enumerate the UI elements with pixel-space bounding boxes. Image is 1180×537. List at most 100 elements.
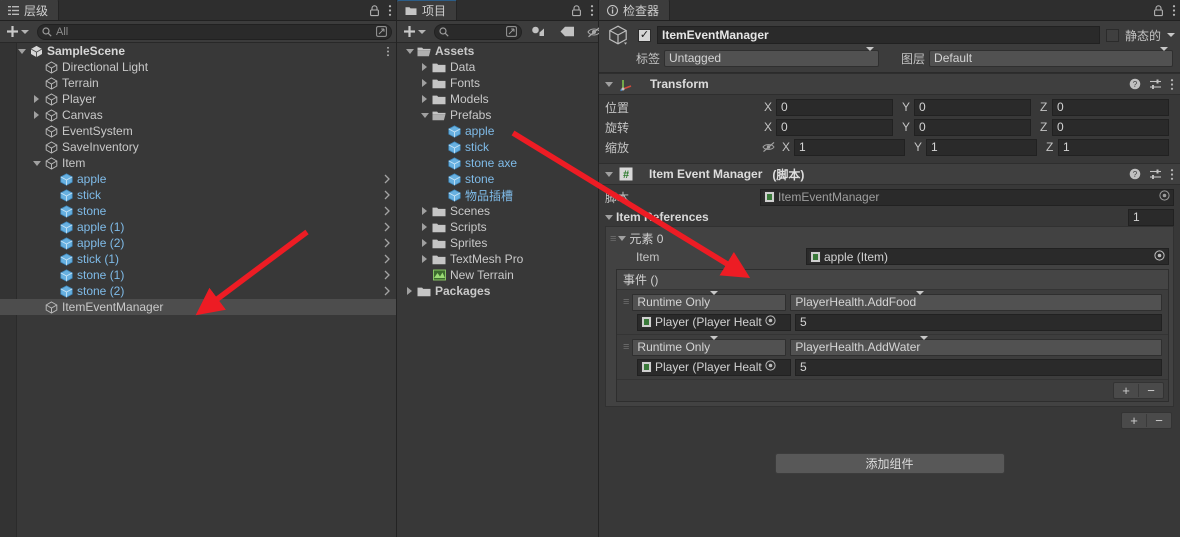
constrain-proportions-icon[interactable] — [760, 141, 778, 153]
transform-rotation-z-input[interactable]: 0 — [1052, 118, 1169, 136]
kebab-menu-icon[interactable] — [590, 4, 594, 17]
tree-twisty[interactable] — [403, 287, 416, 295]
tag-dropdown[interactable]: Untagged — [664, 47, 880, 67]
project-item-models[interactable]: Models — [397, 91, 598, 107]
collapse-triangle-icon[interactable] — [32, 160, 41, 166]
tab-project[interactable]: 项目 — [397, 0, 458, 20]
hierarchy-item-itemeventmanager[interactable]: ItemEventManager — [0, 299, 396, 315]
project-item-物品插槽[interactable]: 物品插槽 — [397, 187, 598, 203]
preset-icon[interactable] — [1149, 168, 1162, 181]
tree-twisty[interactable] — [30, 111, 43, 119]
expand-triangle-icon[interactable] — [422, 79, 427, 87]
gameobject-enabled-checkbox[interactable]: ✓ — [638, 28, 651, 42]
collapse-triangle-icon[interactable] — [618, 236, 627, 241]
event-argument-input[interactable]: 5 — [795, 313, 1162, 331]
project-item-packages[interactable]: Packages — [397, 283, 598, 299]
open-prefab-chevron-icon[interactable] — [384, 171, 390, 187]
static-checkbox[interactable] — [1105, 28, 1119, 42]
kebab-menu-icon[interactable] — [1172, 4, 1176, 17]
hierarchy-item-player[interactable]: Player — [0, 91, 396, 107]
transform-rotation-x-input[interactable]: 0 — [776, 118, 893, 136]
tab-hierarchy[interactable]: 层级 — [0, 0, 60, 20]
transform-position-x-input[interactable]: 0 — [776, 98, 893, 116]
hierarchy-item-saveinventory[interactable]: SaveInventory — [0, 139, 396, 155]
hierarchy-item-eventsystem[interactable]: EventSystem — [0, 123, 396, 139]
project-item-stone[interactable]: stone — [397, 171, 598, 187]
hierarchy-item-samplescene[interactable]: SampleScene — [0, 43, 396, 59]
project-item-scripts[interactable]: Scripts — [397, 219, 598, 235]
tree-twisty[interactable] — [418, 207, 431, 215]
open-prefab-chevron-icon[interactable] — [384, 203, 390, 219]
project-item-stick[interactable]: stick — [397, 139, 598, 155]
add-array-element-button[interactable]: + — [1122, 413, 1146, 428]
layer-dropdown[interactable]: Default — [929, 47, 1173, 67]
collapse-triangle-icon[interactable] — [405, 48, 414, 54]
save-filter-icon[interactable] — [526, 25, 551, 38]
remove-array-element-button[interactable]: − — [1147, 413, 1171, 428]
drag-handle-icon[interactable]: ≡ — [610, 233, 617, 245]
hierarchy-search-input[interactable]: All — [37, 23, 392, 40]
project-item-fonts[interactable]: Fonts — [397, 75, 598, 91]
search-expand-icon[interactable] — [376, 26, 387, 37]
gameobject-name-input[interactable]: ItemEventManager — [657, 26, 1100, 44]
search-expand-icon[interactable] — [506, 26, 517, 37]
object-picker-icon[interactable] — [765, 315, 776, 329]
hierarchy-item-stick[interactable]: stick — [0, 187, 396, 203]
kebab-menu-icon[interactable] — [386, 43, 390, 59]
lock-icon[interactable] — [571, 4, 582, 17]
tab-inspector[interactable]: 检查器 — [599, 0, 671, 20]
kebab-menu-icon[interactable] — [1170, 168, 1174, 181]
open-prefab-chevron-icon[interactable] — [384, 187, 390, 203]
project-item-data[interactable]: Data — [397, 59, 598, 75]
transform-component-header[interactable]: Transform ? — [599, 73, 1180, 95]
hierarchy-item-stick-1[interactable]: stick (1) — [0, 251, 396, 267]
project-item-prefabs[interactable]: Prefabs — [397, 107, 598, 123]
tree-twisty[interactable] — [418, 239, 431, 247]
open-prefab-chevron-icon[interactable] — [384, 219, 390, 235]
drag-handle-icon[interactable]: ≡ — [623, 296, 630, 308]
project-add-button[interactable] — [401, 23, 430, 40]
expand-triangle-icon[interactable] — [422, 207, 427, 215]
transform-scale-x-input[interactable]: 1 — [794, 138, 905, 156]
tree-twisty[interactable] — [418, 95, 431, 103]
hierarchy-item-canvas[interactable]: Canvas — [0, 107, 396, 123]
project-search-input[interactable] — [434, 23, 522, 40]
expand-triangle-icon[interactable] — [407, 287, 412, 295]
transform-scale-z-input[interactable]: 1 — [1058, 138, 1169, 156]
project-item-new-terrain[interactable]: New Terrain — [397, 267, 598, 283]
project-item-sprites[interactable]: Sprites — [397, 235, 598, 251]
kebab-menu-icon[interactable] — [388, 4, 392, 17]
label-filter-icon[interactable] — [555, 26, 580, 37]
event-mode-dropdown[interactable]: Runtime Only — [632, 291, 787, 311]
kebab-menu-icon[interactable] — [1170, 78, 1174, 91]
project-item-assets[interactable]: Assets — [397, 43, 598, 59]
hierarchy-item-stone-2[interactable]: stone (2) — [0, 283, 396, 299]
collapse-triangle-icon[interactable] — [17, 48, 26, 54]
event-argument-input[interactable]: 5 — [795, 358, 1162, 376]
transform-rotation-y-input[interactable]: 0 — [914, 118, 1031, 136]
static-dropdown-icon[interactable] — [1167, 33, 1175, 37]
drag-handle-icon[interactable]: ≡ — [623, 341, 630, 353]
collapse-triangle-icon[interactable] — [605, 214, 613, 220]
hierarchy-item-terrain[interactable]: Terrain — [0, 75, 396, 91]
tree-twisty[interactable] — [418, 255, 431, 263]
hierarchy-item-apple-2[interactable]: apple (2) — [0, 235, 396, 251]
object-picker-icon[interactable] — [765, 360, 776, 374]
expand-triangle-icon[interactable] — [422, 223, 427, 231]
collapse-triangle-icon[interactable] — [605, 81, 613, 87]
event-target-object-field[interactable]: Player (Player Healt — [637, 358, 791, 376]
project-item-apple[interactable]: apple — [397, 123, 598, 139]
tree-twisty[interactable] — [403, 48, 416, 54]
open-prefab-chevron-icon[interactable] — [384, 283, 390, 299]
event-mode-dropdown[interactable]: Runtime Only — [632, 336, 787, 356]
expand-triangle-icon[interactable] — [422, 63, 427, 71]
item-references-foldout[interactable]: Item References 1 — [605, 208, 1174, 226]
expand-triangle-icon[interactable] — [422, 255, 427, 263]
hierarchy-item-stone[interactable]: stone — [0, 203, 396, 219]
tree-twisty[interactable] — [418, 223, 431, 231]
expand-triangle-icon[interactable] — [422, 95, 427, 103]
expand-triangle-icon[interactable] — [422, 239, 427, 247]
add-component-button[interactable]: 添加组件 — [774, 453, 1005, 474]
item-object-field[interactable]: apple (Item) — [806, 248, 1169, 265]
lock-icon[interactable] — [1153, 4, 1164, 17]
